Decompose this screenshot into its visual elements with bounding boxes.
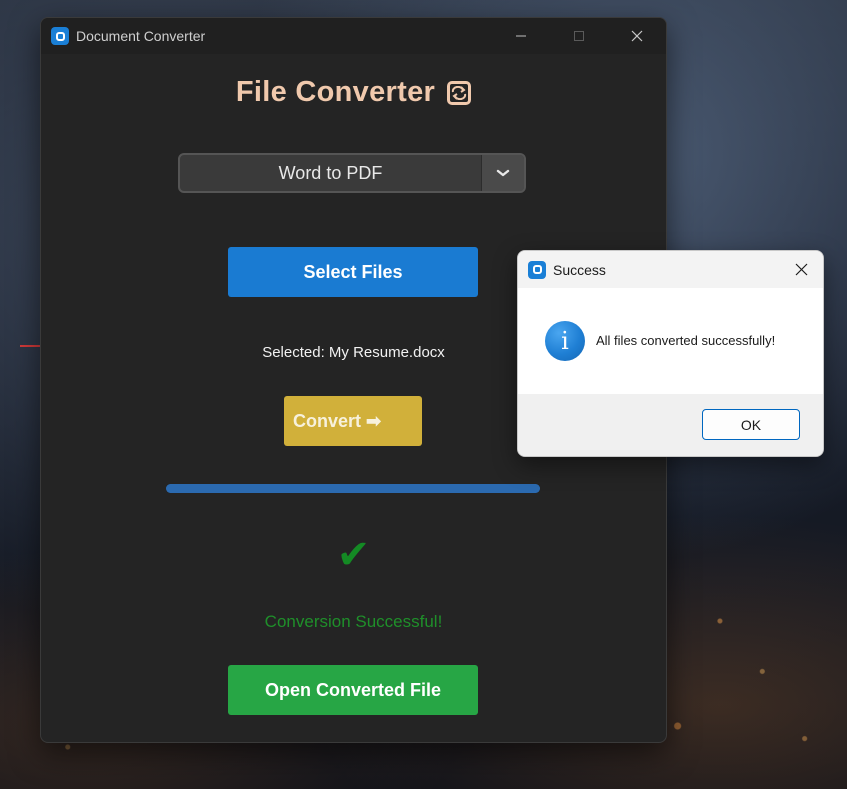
page-title: File Converter	[235, 76, 436, 108]
dialog-body: i All files converted successfully!	[518, 288, 823, 394]
dialog-close-button[interactable]	[779, 251, 823, 288]
info-icon: i	[545, 321, 585, 361]
dialog-message: All files converted successfully!	[596, 333, 776, 348]
minimize-button[interactable]	[492, 18, 550, 54]
conversion-type-dropdown[interactable]: Word to PDF	[178, 153, 526, 193]
select-files-button[interactable]: Select Files	[228, 247, 478, 297]
status-text: Conversion Successful!	[264, 612, 443, 631]
dropdown-value: Word to PDF	[278, 162, 383, 183]
convert-button[interactable]: Convert ➡	[284, 396, 422, 446]
success-dialog: Success i All files converted successful…	[517, 250, 824, 457]
titlebar[interactable]: Document Converter	[41, 18, 666, 54]
maximize-icon	[574, 31, 584, 41]
dialog-title: Success	[553, 261, 606, 278]
progress-bar	[166, 484, 540, 493]
heading: File Converter	[41, 76, 666, 109]
close-button[interactable]	[608, 18, 666, 54]
minimize-icon	[516, 35, 526, 37]
window-title: Document Converter	[76, 28, 206, 44]
dialog-titlebar[interactable]: Success	[518, 251, 823, 288]
chevron-down-icon	[496, 169, 510, 177]
dialog-footer: OK	[518, 394, 823, 456]
maximize-button[interactable]	[550, 18, 608, 54]
convert-cycle-icon	[447, 80, 472, 105]
checkmark-icon: ✔	[336, 533, 371, 577]
app-icon	[51, 27, 69, 45]
dialog-app-icon	[528, 260, 546, 279]
window-controls	[492, 18, 666, 54]
ok-button[interactable]: OK	[702, 409, 800, 440]
background-artifact	[20, 345, 40, 347]
close-icon	[795, 263, 807, 276]
open-converted-file-button[interactable]: Open Converted File	[228, 665, 478, 715]
progress-fill	[166, 484, 540, 493]
close-icon	[631, 30, 643, 42]
dropdown-arrow-button[interactable]	[481, 155, 524, 191]
